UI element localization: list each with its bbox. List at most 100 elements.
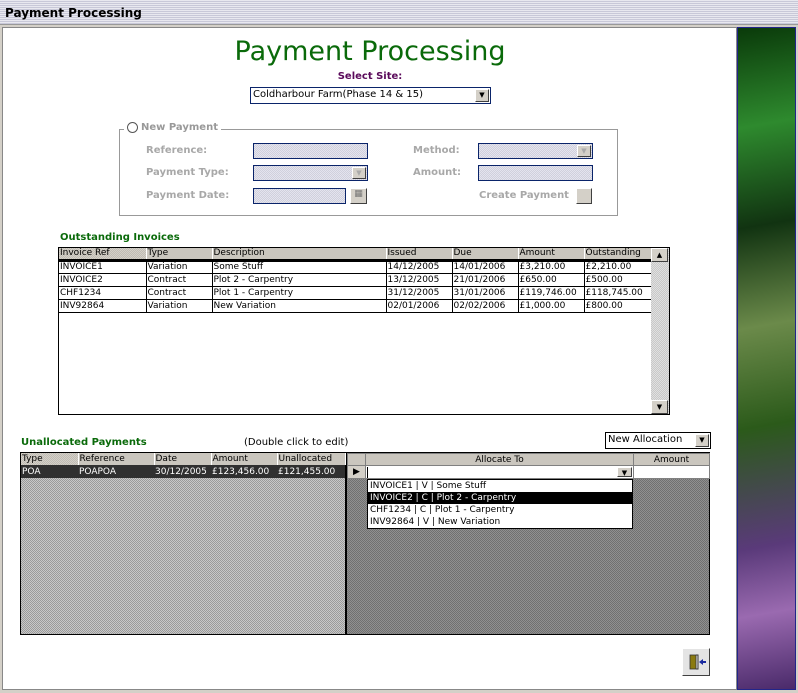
table-row[interactable]: CHF1234 Contract Plot 1 - Carpentry 31/12/2… xyxy=(59,286,653,300)
allocate-to-combo[interactable]: ▼ xyxy=(365,465,634,479)
current-row-icon: ▶ xyxy=(347,465,366,479)
chevron-down-icon[interactable]: ▼ xyxy=(577,145,591,157)
double-click-hint: (Double click to edit) xyxy=(244,437,349,448)
cell: £123,456.00 xyxy=(211,465,277,478)
cell: POA xyxy=(21,465,78,478)
cell: 02/02/2006 xyxy=(452,299,519,313)
cell: CHF1234 xyxy=(59,286,147,300)
method-label: Method: xyxy=(413,145,460,156)
create-payment-button[interactable] xyxy=(576,188,592,204)
table-row[interactable]: INVOICE2 Contract Plot 2 - Carpentry 13/12/… xyxy=(59,273,653,287)
column-header[interactable]: Description xyxy=(212,248,387,262)
table-row[interactable]: ▶ ▼ xyxy=(347,465,710,479)
cell: 30/12/2005 xyxy=(154,465,211,478)
dropdown-option[interactable]: CHF1234 | C | Plot 1 - Carpentry xyxy=(368,504,632,516)
dropdown-option-selected[interactable]: INVOICE2 | C | Plot 2 - Carpentry xyxy=(368,492,632,504)
column-header[interactable]: Unallocated xyxy=(277,453,346,465)
row-selector-header xyxy=(347,453,366,466)
decorative-side-image xyxy=(737,27,796,690)
column-header[interactable]: Date xyxy=(154,453,212,465)
allocate-to-dropdown-list: INVOICE1 | V | Some Stuff INVOICE2 | C |… xyxy=(367,479,633,529)
radio-icon[interactable] xyxy=(127,122,138,133)
reference-label: Reference: xyxy=(146,145,208,156)
new-payment-label: New Payment xyxy=(141,122,218,133)
table-row[interactable]: INV92864 Variation New Variation 02/01/2006… xyxy=(59,299,653,313)
column-header[interactable]: Outstanding xyxy=(584,248,653,262)
site-select[interactable]: Coldharbour Farm(Phase 14 & 15) ▼ xyxy=(250,87,491,104)
cell: Contract xyxy=(146,286,213,300)
invoices-grid: Invoice Ref Type Description Issued Due Amoun… xyxy=(58,247,670,415)
scroll-up-icon[interactable]: ▲ xyxy=(651,248,668,262)
cell: £800.00 xyxy=(584,299,653,313)
amount-input[interactable] xyxy=(478,165,593,181)
cell: £500.00 xyxy=(584,273,653,287)
window-title: Payment Processing xyxy=(5,6,142,20)
chevron-down-icon[interactable]: ▼ xyxy=(352,167,366,179)
column-header[interactable]: Type xyxy=(21,453,79,465)
dropdown-option[interactable]: INVOICE1 | V | Some Stuff xyxy=(368,480,632,492)
cell: POAPOA xyxy=(78,465,154,478)
cell: £121,455.00 xyxy=(277,465,345,478)
payment-type-select[interactable]: ▼ xyxy=(253,165,368,181)
cell: 02/01/2006 xyxy=(386,299,453,313)
payments-grid: Type Reference Date Amount Unallocated POA PO… xyxy=(20,452,346,635)
calendar-icon: ▦ xyxy=(354,189,363,199)
allocation-amount-cell[interactable] xyxy=(633,465,710,479)
column-header[interactable]: Allocate To xyxy=(365,453,634,466)
create-payment-label: Create Payment xyxy=(479,190,569,201)
payment-type-label: Payment Type: xyxy=(146,167,229,178)
exit-button[interactable] xyxy=(682,648,710,676)
chevron-down-icon[interactable]: ▼ xyxy=(617,467,632,477)
cell: Contract xyxy=(146,273,213,287)
cell: £1,000.00 xyxy=(518,299,585,313)
cell: Plot 1 - Carpentry xyxy=(212,286,387,300)
table-row[interactable]: INVOICE1 Variation Some Stuff 14/12/2005 14/… xyxy=(59,260,653,274)
cell: Variation xyxy=(146,299,213,313)
unallocated-payments-title: Unallocated Payments xyxy=(21,437,147,448)
column-header[interactable]: Type xyxy=(146,248,213,262)
cell: INVOICE2 xyxy=(59,273,147,287)
amount-label: Amount: xyxy=(413,167,462,178)
column-header[interactable]: Reference xyxy=(78,453,155,465)
outstanding-invoices-title: Outstanding Invoices xyxy=(60,232,180,243)
column-header[interactable]: Due xyxy=(452,248,519,262)
scroll-down-icon[interactable]: ▼ xyxy=(651,400,668,414)
column-header[interactable]: Amount xyxy=(211,453,278,465)
cell: £650.00 xyxy=(518,273,585,287)
column-header[interactable]: Amount xyxy=(518,248,585,262)
cell: £118,745.00 xyxy=(584,286,653,300)
cell: Plot 2 - Carpentry xyxy=(212,273,387,287)
column-header[interactable]: Amount xyxy=(633,453,710,466)
cell: £119,746.00 xyxy=(518,286,585,300)
payment-date-input[interactable] xyxy=(253,188,346,204)
dropdown-option[interactable]: INV92864 | V | New Variation xyxy=(368,516,632,528)
reference-input[interactable] xyxy=(253,143,368,159)
allocation-mode-select[interactable]: New Allocation ▼ xyxy=(605,432,711,449)
cell: New Variation xyxy=(212,299,387,313)
payment-date-label: Payment Date: xyxy=(146,190,230,201)
cell: INVOICE1 xyxy=(59,260,147,274)
page-title: Payment Processing xyxy=(234,36,506,67)
allocation-mode-value: New Allocation xyxy=(608,434,683,445)
cell: 31/01/2006 xyxy=(452,286,519,300)
cell: 21/01/2006 xyxy=(452,273,519,287)
calendar-button[interactable]: ▦ xyxy=(350,188,367,204)
select-site-label: Select Site: xyxy=(337,71,403,82)
exit-door-icon xyxy=(689,654,706,670)
site-value: Coldharbour Farm(Phase 14 & 15) xyxy=(253,89,423,100)
column-header[interactable]: Issued xyxy=(386,248,453,262)
column-header[interactable]: Invoice Ref xyxy=(59,248,147,262)
chevron-down-icon[interactable]: ▼ xyxy=(695,434,709,447)
cell: 14/12/2005 xyxy=(386,260,453,274)
cell: 14/01/2006 xyxy=(452,260,519,274)
vertical-scrollbar[interactable]: ▲ ▼ xyxy=(651,248,669,414)
cell: £2,210.00 xyxy=(584,260,653,274)
cell: INV92864 xyxy=(59,299,147,313)
new-payment-radio[interactable]: New Payment xyxy=(124,122,221,133)
cell: 13/12/2005 xyxy=(386,273,453,287)
method-select[interactable]: ▼ xyxy=(478,143,593,159)
title-bar: Payment Processing xyxy=(0,0,798,25)
cell: 31/12/2005 xyxy=(386,286,453,300)
table-row[interactable]: POA POAPOA 30/12/2005 £123,456.00 £121,455.0… xyxy=(21,465,345,478)
chevron-down-icon[interactable]: ▼ xyxy=(475,89,489,102)
